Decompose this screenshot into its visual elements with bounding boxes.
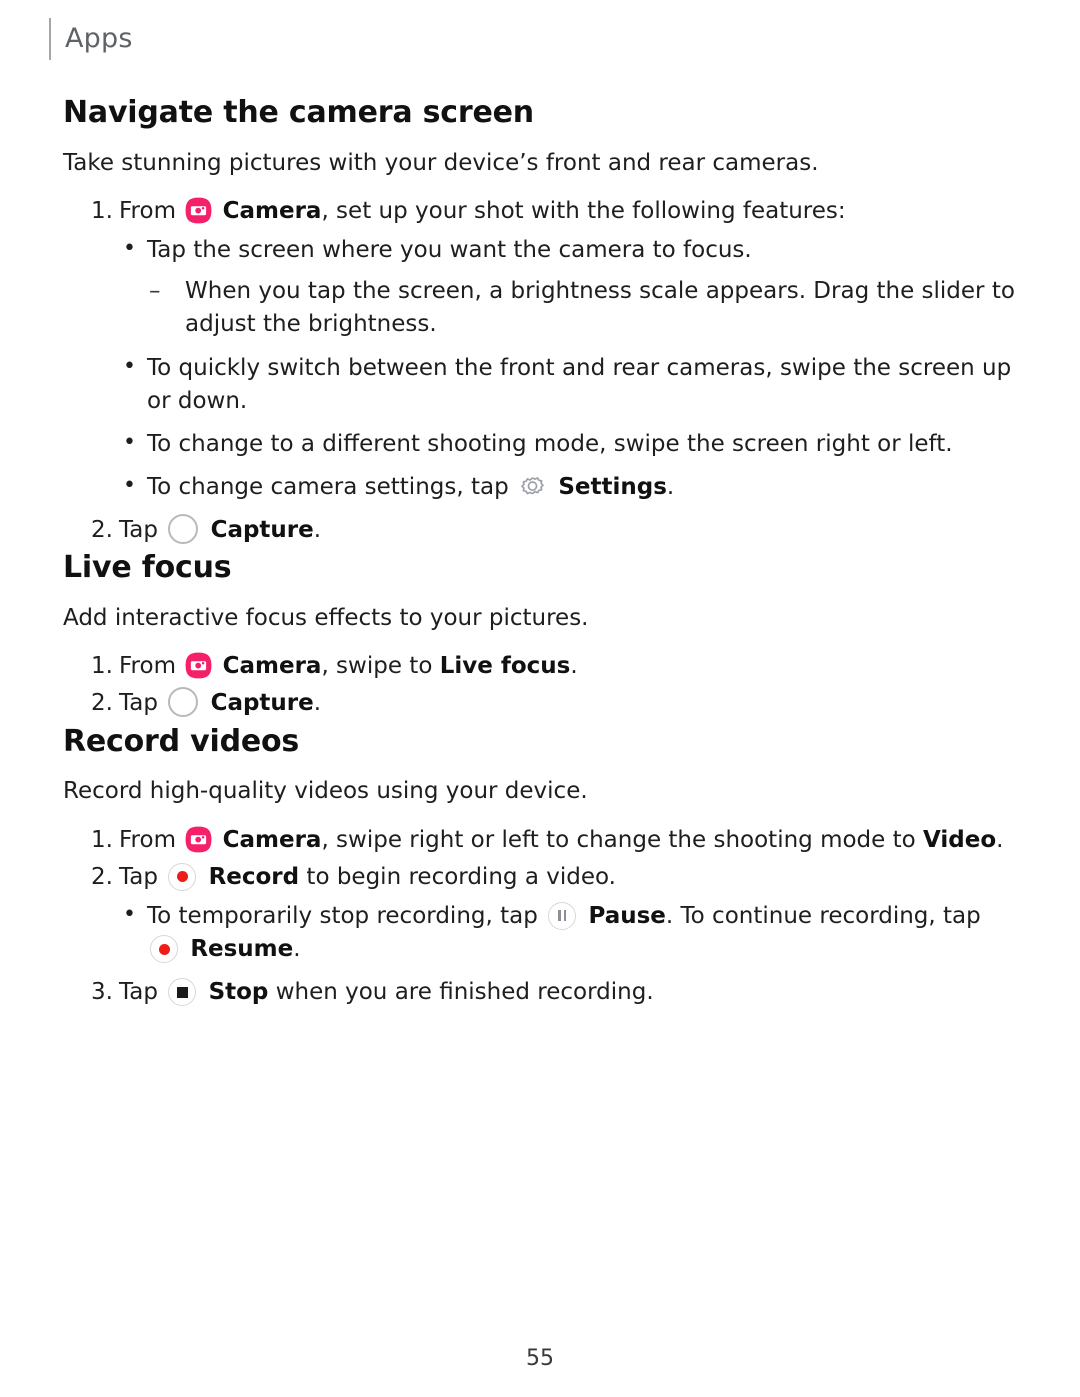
page-number: 55	[526, 1346, 554, 1371]
step-item: 2. Tap Capture.	[63, 687, 1023, 720]
camera-icon[interactable]	[185, 652, 212, 679]
step-number: 2.	[91, 517, 113, 544]
step-text-post: .	[313, 517, 322, 544]
running-header: Apps	[49, 18, 133, 60]
bullet-text-bold: Settings	[558, 473, 667, 500]
step-item: 1. From Camera, set up your shot with th…	[63, 195, 1023, 504]
stop-icon[interactable]	[168, 978, 197, 1007]
section-lead-navigate-camera-screen: Take stunning pictures with your device’…	[63, 149, 819, 176]
step-item: 2. Tap Capture.	[63, 514, 1023, 547]
step-text-bold: Capture	[210, 690, 314, 717]
section-lead-record-videos: Record high-quality videos using your de…	[63, 778, 588, 805]
step-text-pre: From	[119, 198, 176, 225]
step-item: 2. Tap Record to begin recording a video…	[63, 861, 1023, 966]
section-title-live-focus: Live focus	[63, 550, 232, 586]
bullet-text-mid: . To continue recording, tap	[665, 902, 981, 929]
step-text-post: when you are finished recording.	[268, 979, 654, 1006]
bullet-item: To temporarily stop recording, tap Pause…	[119, 899, 1023, 966]
section-title-record-videos: Record videos	[63, 723, 300, 759]
section-title-navigate-camera-screen: Navigate the camera screen	[63, 95, 534, 130]
bullet-text: To change to a different shooting mode, …	[147, 430, 953, 457]
bullet-text-post: .	[666, 473, 675, 500]
bullet-list: To temporarily stop recording, tap Pause…	[119, 899, 1023, 966]
step-number: 2.	[91, 690, 113, 717]
step-text-bold-2: Live focus	[439, 653, 571, 680]
step-item: 3. Tap Stop when you are finished record…	[63, 976, 1023, 1009]
header-title: Apps	[65, 23, 133, 54]
step-text-bold: Record	[208, 863, 300, 890]
gear-icon[interactable]	[519, 473, 546, 500]
bullet-text: Tap the screen where you want the camera…	[147, 237, 752, 264]
step-text-bold: Camera	[222, 198, 322, 225]
resume-icon[interactable]	[150, 935, 178, 963]
step-number: 1.	[91, 198, 113, 225]
steps-list-navigate-camera-screen: 1. From Camera, set up your shot with th…	[63, 195, 1023, 547]
step-number: 1.	[91, 826, 113, 853]
dash-list: When you tap the screen, a brightness sc…	[147, 275, 1023, 341]
step-text-pre: From	[119, 653, 176, 680]
bullet-text-pre: To temporarily stop recording, tap	[147, 902, 538, 929]
step-item: 1. From Camera, swipe right or left to c…	[63, 824, 1023, 857]
step-text-mid: , swipe right or left to change the shoo…	[321, 826, 924, 853]
bullet-item: To change camera settings, tap Settings.	[119, 470, 1023, 504]
pause-icon[interactable]	[548, 901, 577, 930]
bullet-text-pre: To change camera settings, tap	[147, 473, 509, 500]
step-text-post: to begin recording a video.	[299, 863, 616, 890]
capture-icon[interactable]	[168, 687, 199, 718]
section-lead-live-focus: Add interactive focus effects to your pi…	[63, 604, 589, 631]
capture-icon[interactable]	[168, 514, 199, 545]
bullet-text: To quickly switch between the front and …	[147, 354, 1012, 414]
step-text-bold: Capture	[210, 517, 314, 544]
bullet-text-bold: Pause	[588, 902, 666, 929]
bullet-text-post: .	[293, 936, 301, 962]
record-icon[interactable]	[168, 862, 197, 891]
step-number: 1.	[91, 653, 113, 680]
step-text-post: .	[996, 826, 1004, 853]
step-text-pre: Tap	[119, 863, 158, 890]
step-text-pre: Tap	[119, 690, 158, 717]
step-item: 1. From Camera, swipe to Live focus.	[63, 650, 1023, 683]
step-text-mid: , swipe to	[321, 653, 440, 680]
step-number: 2.	[91, 863, 113, 890]
bullet-item: To quickly switch between the front and …	[119, 351, 1023, 418]
page-footer: 55	[0, 1346, 1080, 1371]
steps-list-live-focus: 1. From Camera, swipe to Live focus. 2. …	[63, 650, 1023, 720]
step-number: 3.	[91, 979, 113, 1006]
manual-page: Apps Navigate the camera screen Take stu…	[0, 0, 1080, 1397]
step-text-bold: Camera	[222, 653, 322, 680]
step-text-post: , set up your shot with the following fe…	[321, 198, 846, 225]
dash-text: When you tap the screen, a brightness sc…	[185, 278, 1015, 338]
step-text-post: .	[570, 653, 578, 680]
camera-icon[interactable]	[185, 826, 212, 853]
step-text-bold: Camera	[222, 826, 322, 853]
header-divider-rule	[49, 18, 51, 60]
step-text-bold: Stop	[208, 979, 269, 1006]
dash-item: When you tap the screen, a brightness sc…	[147, 275, 1023, 341]
bullet-list: Tap the screen where you want the camera…	[119, 233, 1023, 504]
step-text-post: .	[313, 690, 322, 717]
bullet-text-bold-2: Resume	[190, 936, 294, 962]
bullet-item: Tap the screen where you want the camera…	[119, 233, 1023, 341]
camera-icon[interactable]	[185, 197, 212, 224]
step-text-pre: Tap	[119, 517, 158, 544]
step-text-pre: From	[119, 826, 176, 853]
page-content: Navigate the camera screen Take stunning…	[63, 95, 1023, 1013]
bullet-item: To change to a different shooting mode, …	[119, 427, 1023, 461]
steps-list-record-videos: 1. From Camera, swipe right or left to c…	[63, 824, 1023, 1010]
step-text-pre: Tap	[119, 979, 158, 1006]
step-text-bold-2: Video	[923, 826, 997, 853]
